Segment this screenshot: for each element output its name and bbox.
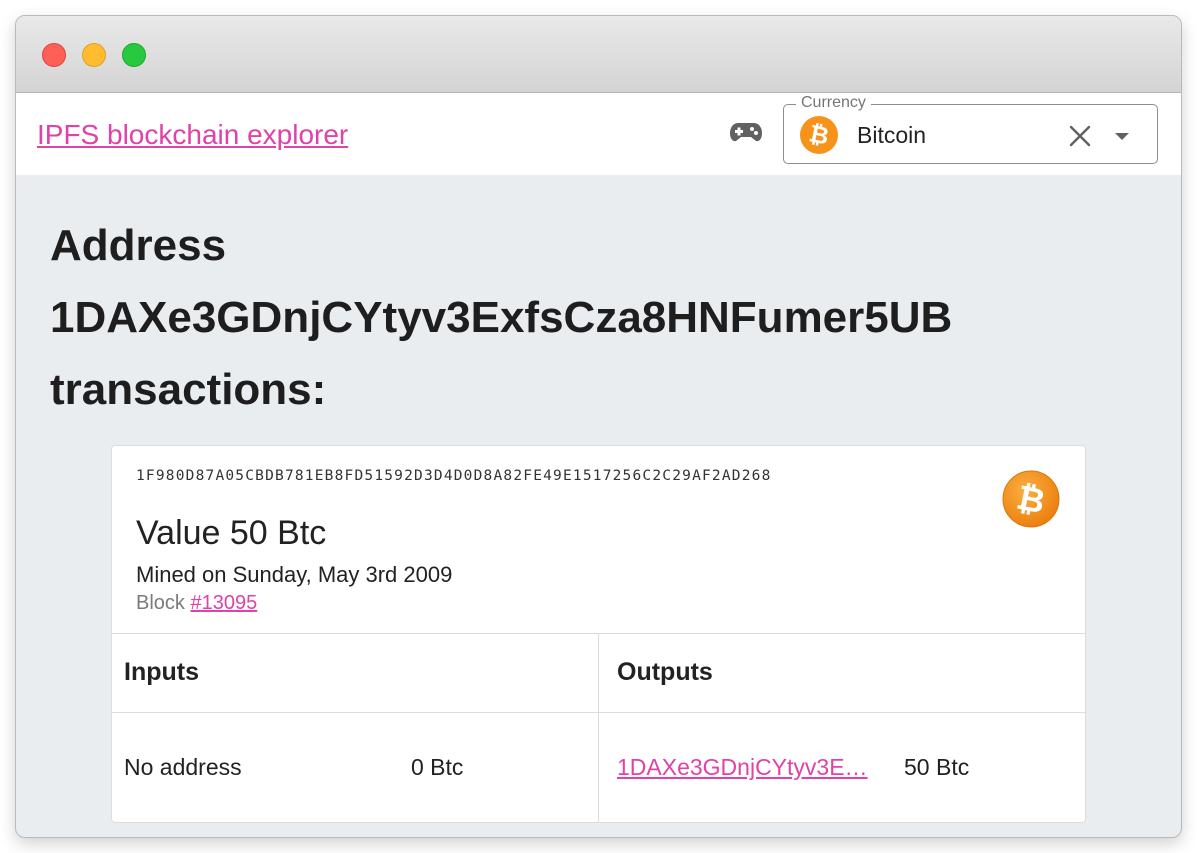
app-bar: IPFS blockchain explorer Currency ₿ Bitc…: [16, 93, 1181, 175]
chevron-down-icon[interactable]: [1114, 129, 1130, 141]
transaction-hash: 1F980D87A05CBDB781EB8FD51592D3D4D0D8A82F…: [136, 468, 772, 484]
block-label: Block: [136, 592, 185, 614]
input-value: 0 Btc: [411, 754, 464, 780]
minimize-window-button[interactable]: [82, 43, 106, 67]
brand-link[interactable]: IPFS blockchain explorer: [37, 119, 348, 151]
input-address: No address: [124, 754, 242, 780]
close-window-button[interactable]: [42, 43, 66, 67]
block-info: Block #13095: [136, 592, 257, 615]
currency-value: Bitcoin: [857, 122, 927, 148]
currency-label: Currency: [796, 94, 871, 112]
transaction-value: Value 50 Btc: [136, 514, 327, 552]
title-bar: [16, 16, 1181, 93]
output-value: 50 Btc: [904, 754, 970, 780]
page-title: Address 1DAXe3GDnjCYtyv3ExfsCza8HNFumer5…: [50, 210, 1150, 426]
transaction-card: 1F980D87A05CBDB781EB8FD51592D3D4D0D8A82F…: [111, 445, 1086, 823]
block-link[interactable]: #13095: [190, 592, 257, 614]
page-title-line: transactions:: [50, 365, 327, 414]
outputs-header: Outputs: [617, 658, 713, 686]
app-window: IPFS blockchain explorer Currency ₿ Bitc…: [15, 15, 1182, 838]
page-title-line: Address: [50, 221, 227, 270]
main-content: Address 1DAXe3GDnjCYtyv3ExfsCza8HNFumer5…: [16, 175, 1181, 837]
output-address-link[interactable]: 1DAXe3GDnjCYtyv3E…: [617, 754, 868, 781]
inputs-header: Inputs: [124, 658, 199, 686]
bitcoin-icon: ₿: [800, 116, 838, 154]
divider: [598, 633, 599, 823]
gamepad-icon[interactable]: [729, 119, 763, 145]
currency-select[interactable]: Currency ₿ Bitcoin: [783, 94, 1158, 164]
zoom-window-button[interactable]: [122, 43, 146, 67]
bitcoin-icon: ₿: [1002, 470, 1060, 528]
clear-icon[interactable]: [1067, 123, 1093, 149]
mined-date: Mined on Sunday, May 3rd 2009: [136, 562, 453, 587]
address-value: 1DAXe3GDnjCYtyv3ExfsCza8HNFumer5UB: [50, 293, 953, 342]
